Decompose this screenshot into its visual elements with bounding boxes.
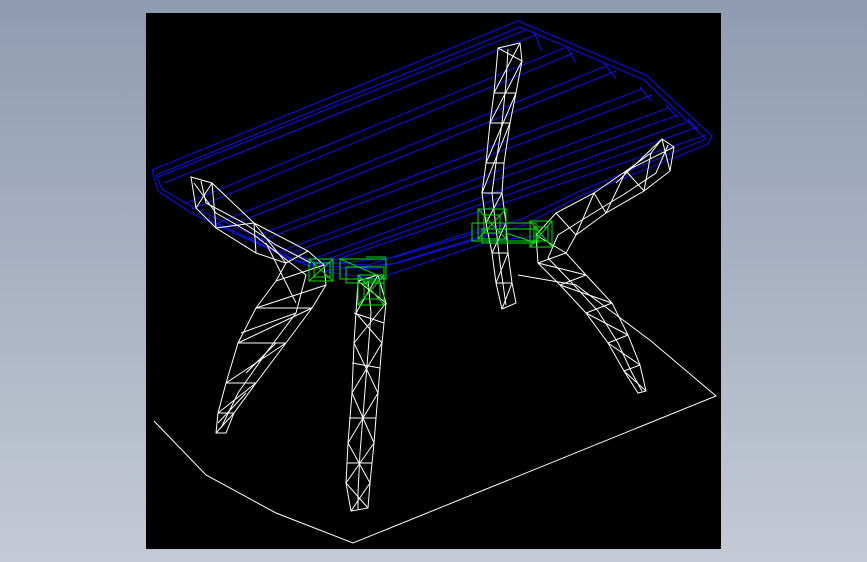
joint-back-right: [529, 220, 553, 248]
leg-front-center: [345, 274, 387, 512]
cad-viewport[interactable]: [146, 13, 721, 549]
ground-plane-outline: [153, 274, 717, 544]
wireframe-drawing: [151, 20, 717, 544]
